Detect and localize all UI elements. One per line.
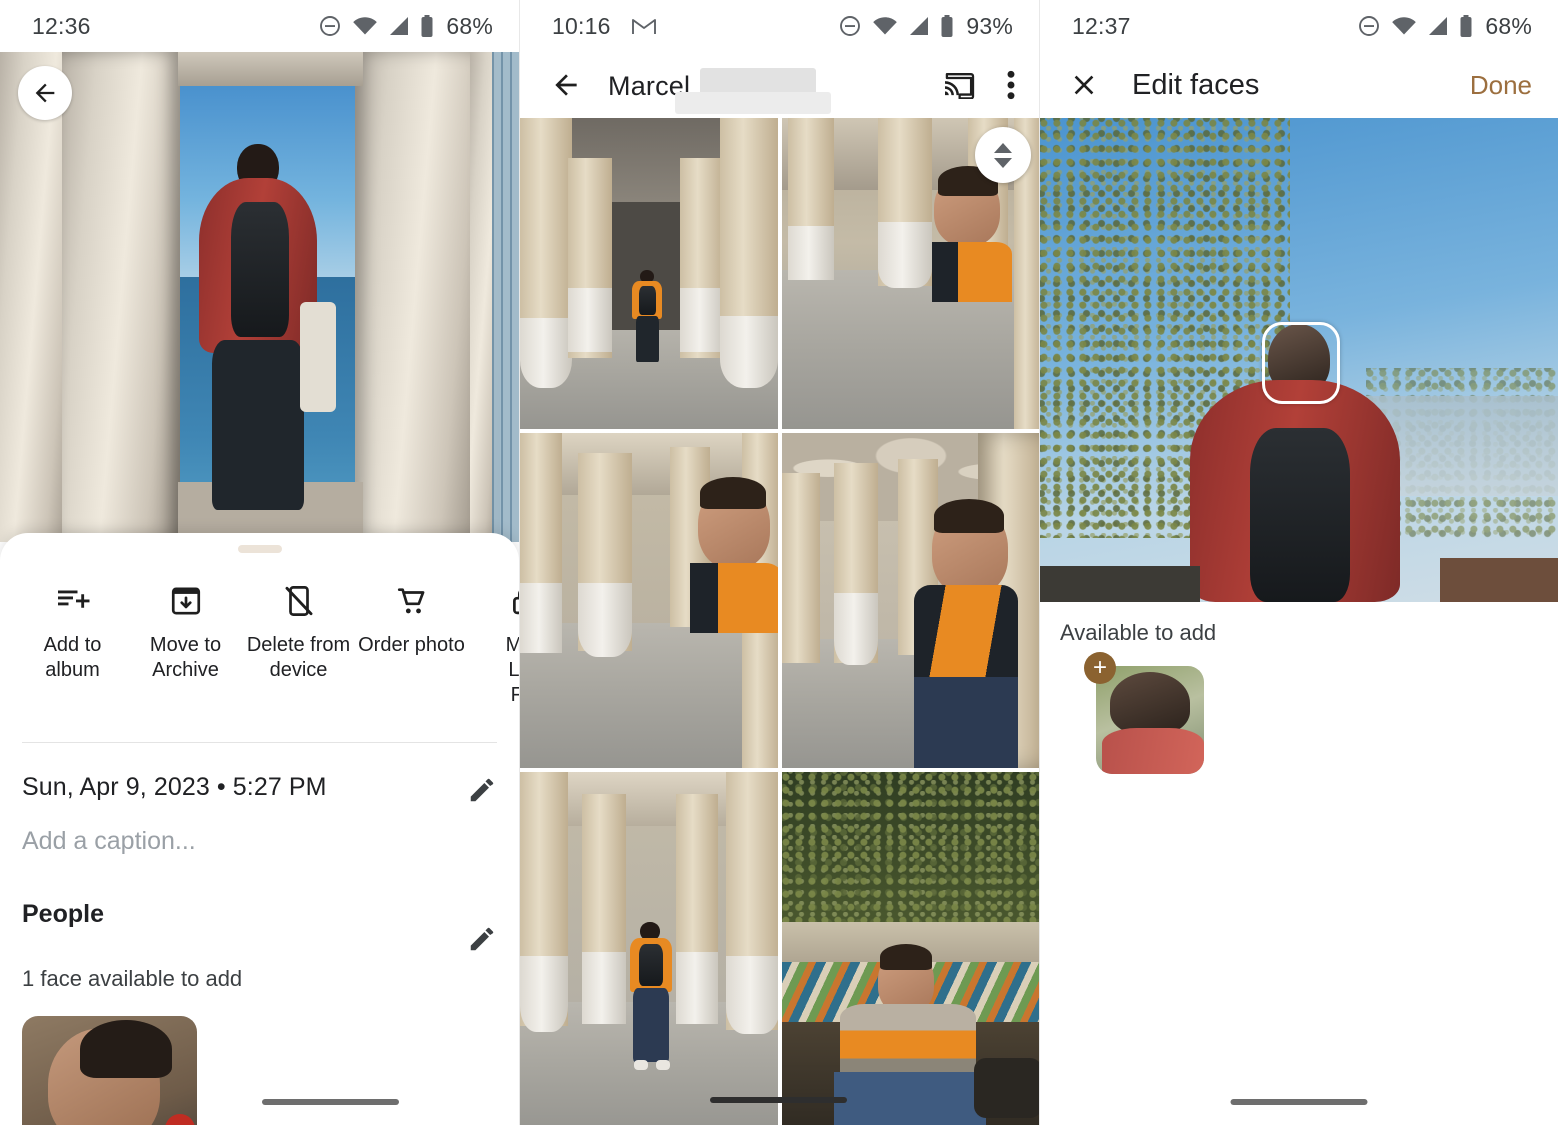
caption-input[interactable]: Add a caption... bbox=[0, 805, 519, 856]
screenshot-triptych: 12:36 68% Add to album Move to Archive D… bbox=[0, 0, 1558, 1125]
add-to-album-icon bbox=[16, 579, 129, 623]
battery-icon bbox=[1459, 14, 1473, 38]
photo-options-sheet: Add to album Move to Archive Delete from… bbox=[0, 533, 519, 1125]
delete-from-device-label-2: device bbox=[269, 659, 328, 681]
status-icons: 93% bbox=[838, 13, 1013, 40]
status-icons: 68% bbox=[1357, 13, 1532, 40]
battery-percent: 68% bbox=[1485, 12, 1532, 39]
shopping-cart-icon bbox=[355, 579, 468, 623]
order-photo-button[interactable]: Order photo bbox=[355, 579, 468, 708]
edit-date-pencil-icon[interactable] bbox=[467, 773, 497, 805]
panel-person-album: 10:16 93% Marcel bbox=[519, 0, 1039, 1125]
panel-photo-detail: 12:36 68% Add to album Move to Archive D… bbox=[0, 0, 519, 1125]
dnd-icon bbox=[838, 14, 862, 38]
back-button[interactable] bbox=[18, 66, 72, 120]
app-bar: Marcel bbox=[520, 52, 1039, 118]
wifi-icon bbox=[1391, 15, 1417, 37]
add-to-album-label-2: album bbox=[45, 659, 100, 681]
gmail-icon bbox=[631, 16, 657, 36]
move-to-locked-folder-label-1: Mov bbox=[505, 634, 519, 656]
status-bar: 10:16 93% bbox=[520, 0, 1039, 52]
move-to-archive-button[interactable]: Move to Archive bbox=[129, 579, 242, 708]
available-faces-strip bbox=[0, 992, 519, 1125]
grid-photo[interactable] bbox=[782, 433, 1039, 768]
edit-people-pencil-icon[interactable] bbox=[467, 922, 497, 954]
battery-percent: 68% bbox=[446, 12, 493, 39]
grid-photo[interactable] bbox=[520, 772, 778, 1125]
cast-icon[interactable] bbox=[943, 71, 975, 99]
fast-scroll-handle[interactable] bbox=[975, 127, 1031, 183]
scroll-down-arrow-icon bbox=[994, 157, 1012, 168]
archive-icon bbox=[129, 579, 242, 623]
people-subtitle: 1 face available to add bbox=[22, 966, 243, 991]
back-arrow-icon[interactable] bbox=[550, 69, 582, 101]
move-to-locked-folder-label-3: Fol bbox=[510, 684, 519, 706]
edit-faces-photo[interactable] bbox=[1040, 118, 1558, 602]
close-icon[interactable] bbox=[1068, 69, 1100, 101]
battery-icon bbox=[940, 14, 954, 38]
date-row: Sun, Apr 9, 2023 • 5:27 PM bbox=[0, 743, 519, 805]
order-photo-label: Order photo bbox=[358, 634, 465, 656]
people-title: People bbox=[22, 900, 104, 928]
scroll-up-arrow-icon bbox=[994, 142, 1012, 153]
people-header-row: People bbox=[0, 856, 519, 954]
face-selection-box[interactable] bbox=[1262, 322, 1340, 404]
status-icons: 68% bbox=[318, 13, 493, 40]
delete-from-device-icon bbox=[242, 579, 355, 623]
signal-icon bbox=[908, 15, 930, 37]
back-arrow-icon bbox=[31, 79, 59, 107]
panel-edit-faces: 12:37 68% Edit faces Done Available to a… bbox=[1039, 0, 1558, 1125]
redacted-surname-overflow bbox=[675, 92, 831, 114]
delete-from-device-button[interactable]: Delete from device bbox=[242, 579, 355, 708]
app-bar-actions bbox=[943, 69, 1015, 101]
signal-icon bbox=[388, 15, 410, 37]
status-bar: 12:37 68% bbox=[1040, 0, 1558, 52]
move-to-locked-folder-button[interactable]: Mov Loc Fol bbox=[468, 579, 519, 708]
photo-date: Sun, Apr 9, 2023 • 5:27 PM bbox=[22, 773, 327, 801]
photo-grid bbox=[520, 118, 1039, 1125]
nav-gesture-pill[interactable] bbox=[710, 1097, 847, 1103]
done-button[interactable]: Done bbox=[1470, 70, 1532, 101]
move-to-archive-label-1: Move to bbox=[149, 634, 222, 656]
app-bar: Edit faces Done bbox=[1040, 52, 1558, 118]
add-face-plus-badge[interactable]: + bbox=[1084, 652, 1116, 684]
signal-icon bbox=[1427, 15, 1449, 37]
move-to-archive-label-2: Archive bbox=[152, 659, 219, 681]
more-vert-icon[interactable] bbox=[1007, 69, 1015, 101]
battery-percent: 93% bbox=[966, 12, 1013, 39]
available-to-add-label: Available to add bbox=[1060, 620, 1217, 645]
quick-actions-row: Add to album Move to Archive Delete from… bbox=[0, 553, 519, 708]
wifi-icon bbox=[352, 15, 378, 37]
status-time: 12:37 bbox=[1072, 12, 1131, 39]
nav-gesture-pill[interactable] bbox=[1230, 1099, 1368, 1105]
add-to-album-label-1: Add to bbox=[43, 634, 102, 656]
nav-gesture-pill[interactable] bbox=[262, 1099, 399, 1105]
status-time: 12:36 bbox=[32, 12, 91, 39]
grid-photo[interactable] bbox=[520, 118, 778, 429]
grid-photo[interactable] bbox=[520, 433, 778, 768]
battery-icon bbox=[420, 14, 434, 38]
grid-photo[interactable] bbox=[782, 772, 1039, 1125]
lock-icon bbox=[468, 579, 519, 623]
available-face-thumbnail[interactable] bbox=[1096, 666, 1204, 774]
wifi-icon bbox=[872, 15, 898, 37]
sheet-drag-handle[interactable] bbox=[237, 545, 282, 553]
add-to-album-button[interactable]: Add to album bbox=[16, 579, 129, 708]
page-title: Edit faces bbox=[1132, 68, 1260, 101]
hero-photo[interactable] bbox=[0, 52, 519, 542]
status-bar: 12:36 68% bbox=[0, 0, 519, 52]
delete-from-device-label-1: Delete from bbox=[246, 634, 351, 656]
move-to-locked-folder-label-2: Loc bbox=[508, 659, 519, 681]
status-time: 10:16 bbox=[552, 12, 611, 39]
face-thumbnail[interactable] bbox=[22, 1016, 197, 1125]
dnd-icon bbox=[318, 14, 342, 38]
dnd-icon bbox=[1357, 14, 1381, 38]
